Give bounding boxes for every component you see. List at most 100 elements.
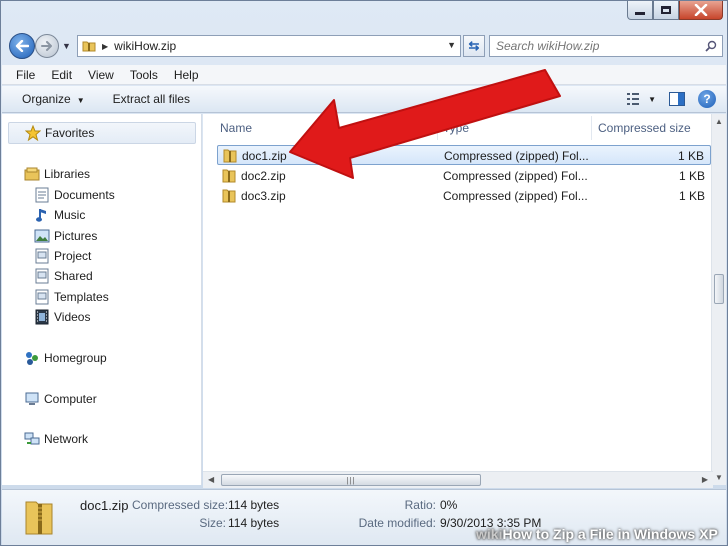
file-name: doc1.zip <box>242 149 287 163</box>
nav-favorites[interactable]: Favorites <box>8 122 196 144</box>
nav-homegroup-label: Homegroup <box>44 351 107 365</box>
recent-pages-dropdown-icon[interactable]: ▼ <box>62 41 71 51</box>
watermark-text: How to Zip a File in Windows XP <box>502 526 718 542</box>
zip-file-icon <box>223 149 237 163</box>
file-row-selected[interactable]: doc1.zip Compressed (zipped) Fol... 1 KB <box>217 145 711 165</box>
organize-label: Organize <box>22 92 71 106</box>
address-bar[interactable]: ▶ wikiHow.zip ▼ <box>77 35 461 57</box>
nav-templates[interactable]: Templates <box>34 287 109 307</box>
horizontal-scroll-thumb[interactable]: ||| <box>221 474 481 486</box>
help-icon[interactable]: ? <box>698 90 716 108</box>
file-row[interactable]: doc3.zip Compressed (zipped) Fol... 1 KB <box>217 186 711 206</box>
search-icon <box>705 40 717 52</box>
command-bar: Organize ▼ Extract all files ▼ ? <box>2 86 726 113</box>
maximize-icon <box>661 6 671 14</box>
details-size-label: Size: <box>199 516 226 530</box>
column-divider[interactable] <box>591 116 592 140</box>
organize-dropdown-icon: ▼ <box>76 96 85 105</box>
minimize-icon <box>635 11 645 15</box>
network-icon <box>24 431 40 447</box>
file-row[interactable]: doc2.zip Compressed (zipped) Fol... 1 KB <box>217 166 711 186</box>
nav-project[interactable]: Project <box>34 246 91 266</box>
scroll-left-icon[interactable]: ◀ <box>208 475 214 484</box>
nav-pictures-label: Pictures <box>54 229 98 243</box>
caption-buttons <box>627 1 723 20</box>
file-size: 1 KB <box>678 189 705 203</box>
close-icon <box>694 4 708 16</box>
file-list: Name Type Compressed size doc1.zip Compr… <box>203 114 713 485</box>
address-dropdown-icon[interactable]: ▼ <box>447 40 456 50</box>
column-headers: Name Type Compressed size <box>203 114 713 142</box>
search-box[interactable] <box>489 35 723 57</box>
videos-icon <box>34 309 50 325</box>
scroll-down-icon[interactable]: ▼ <box>715 473 723 482</box>
nav-computer[interactable]: Computer <box>24 389 97 409</box>
search-input[interactable] <box>490 39 690 53</box>
menu-edit[interactable]: Edit <box>43 68 80 82</box>
back-button[interactable] <box>9 33 35 59</box>
documents-icon <box>34 187 50 203</box>
file-size: 1 KB <box>678 169 705 183</box>
nav-documents[interactable]: Documents <box>34 185 115 205</box>
column-name[interactable]: Name <box>220 121 252 135</box>
organize-button[interactable]: Organize ▼ <box>2 92 95 106</box>
nav-pictures[interactable]: Pictures <box>34 226 97 246</box>
breadcrumb-arrow-icon[interactable]: ▶ <box>102 42 108 51</box>
refresh-button[interactable]: ⇆ <box>463 35 485 57</box>
address-path: wikiHow.zip <box>114 39 177 53</box>
preview-pane-icon[interactable] <box>668 90 686 108</box>
nav-homegroup[interactable]: Homegroup <box>24 348 107 368</box>
menu-help[interactable]: Help <box>166 68 207 82</box>
libraries-icon <box>24 166 40 182</box>
vertical-scroll-thumb[interactable] <box>714 274 724 304</box>
refresh-icon: ⇆ <box>468 38 480 53</box>
nav-shared[interactable]: Shared <box>34 266 93 286</box>
templates-library-icon <box>34 289 50 305</box>
nav-music[interactable]: Music <box>34 205 85 225</box>
extract-all-button[interactable]: Extract all files <box>103 92 200 106</box>
zip-file-icon <box>222 169 236 183</box>
shared-library-icon <box>34 268 50 284</box>
scroll-up-icon[interactable]: ▲ <box>715 117 723 126</box>
nav-videos[interactable]: Videos <box>34 307 90 327</box>
nav-libraries[interactable]: Libraries <box>24 164 90 184</box>
star-icon <box>25 125 41 141</box>
details-ratio: 0% <box>440 498 458 512</box>
change-view-icon[interactable] <box>626 90 644 108</box>
forward-button[interactable] <box>35 34 59 58</box>
close-button[interactable] <box>679 1 723 20</box>
back-arrow-icon <box>15 40 29 52</box>
watermark-brand: wiki <box>476 526 503 542</box>
column-size[interactable]: Compressed size <box>598 121 691 135</box>
view-dropdown-icon[interactable]: ▼ <box>648 95 656 104</box>
computer-icon <box>24 391 40 407</box>
menu-view[interactable]: View <box>80 68 122 82</box>
nav-shared-label: Shared <box>54 269 93 283</box>
explorer-window: ▼ ▶ wikiHow.zip ▼ ⇆ File Edit View Tools… <box>0 0 728 546</box>
maximize-button[interactable] <box>653 1 679 20</box>
horizontal-scrollbar[interactable]: ◀ ||| ▶ <box>203 471 713 488</box>
file-type: Compressed (zipped) Fol... <box>443 189 588 203</box>
menu-file[interactable]: File <box>8 68 43 82</box>
nav-network[interactable]: Network <box>24 429 88 449</box>
column-type[interactable]: Type <box>443 121 469 135</box>
menu-bar: File Edit View Tools Help <box>2 65 726 85</box>
file-size: 1 KB <box>677 149 704 163</box>
file-name: doc2.zip <box>241 169 286 183</box>
music-icon <box>34 207 50 223</box>
nav-videos-label: Videos <box>54 310 91 324</box>
vertical-scrollbar[interactable]: ▲ ▼ <box>711 114 726 485</box>
scroll-right-icon[interactable]: ▶ <box>702 475 708 484</box>
details-file-name: doc1.zip <box>80 498 129 513</box>
nav-computer-label: Computer <box>44 392 97 406</box>
command-bar-right: ▼ ? <box>626 90 716 108</box>
nav-libraries-label: Libraries <box>44 167 91 181</box>
details-size: 114 bytes <box>228 516 280 530</box>
zip-folder-icon <box>82 41 96 52</box>
watermark: wikiHow to Zip a File in Windows XP <box>476 526 718 542</box>
details-date-label: Date modified: <box>358 516 436 530</box>
column-divider[interactable] <box>437 116 438 140</box>
menu-tools[interactable]: Tools <box>122 68 166 82</box>
minimize-button[interactable] <box>627 1 653 20</box>
details-compressed-size: 114 bytes <box>228 498 280 512</box>
